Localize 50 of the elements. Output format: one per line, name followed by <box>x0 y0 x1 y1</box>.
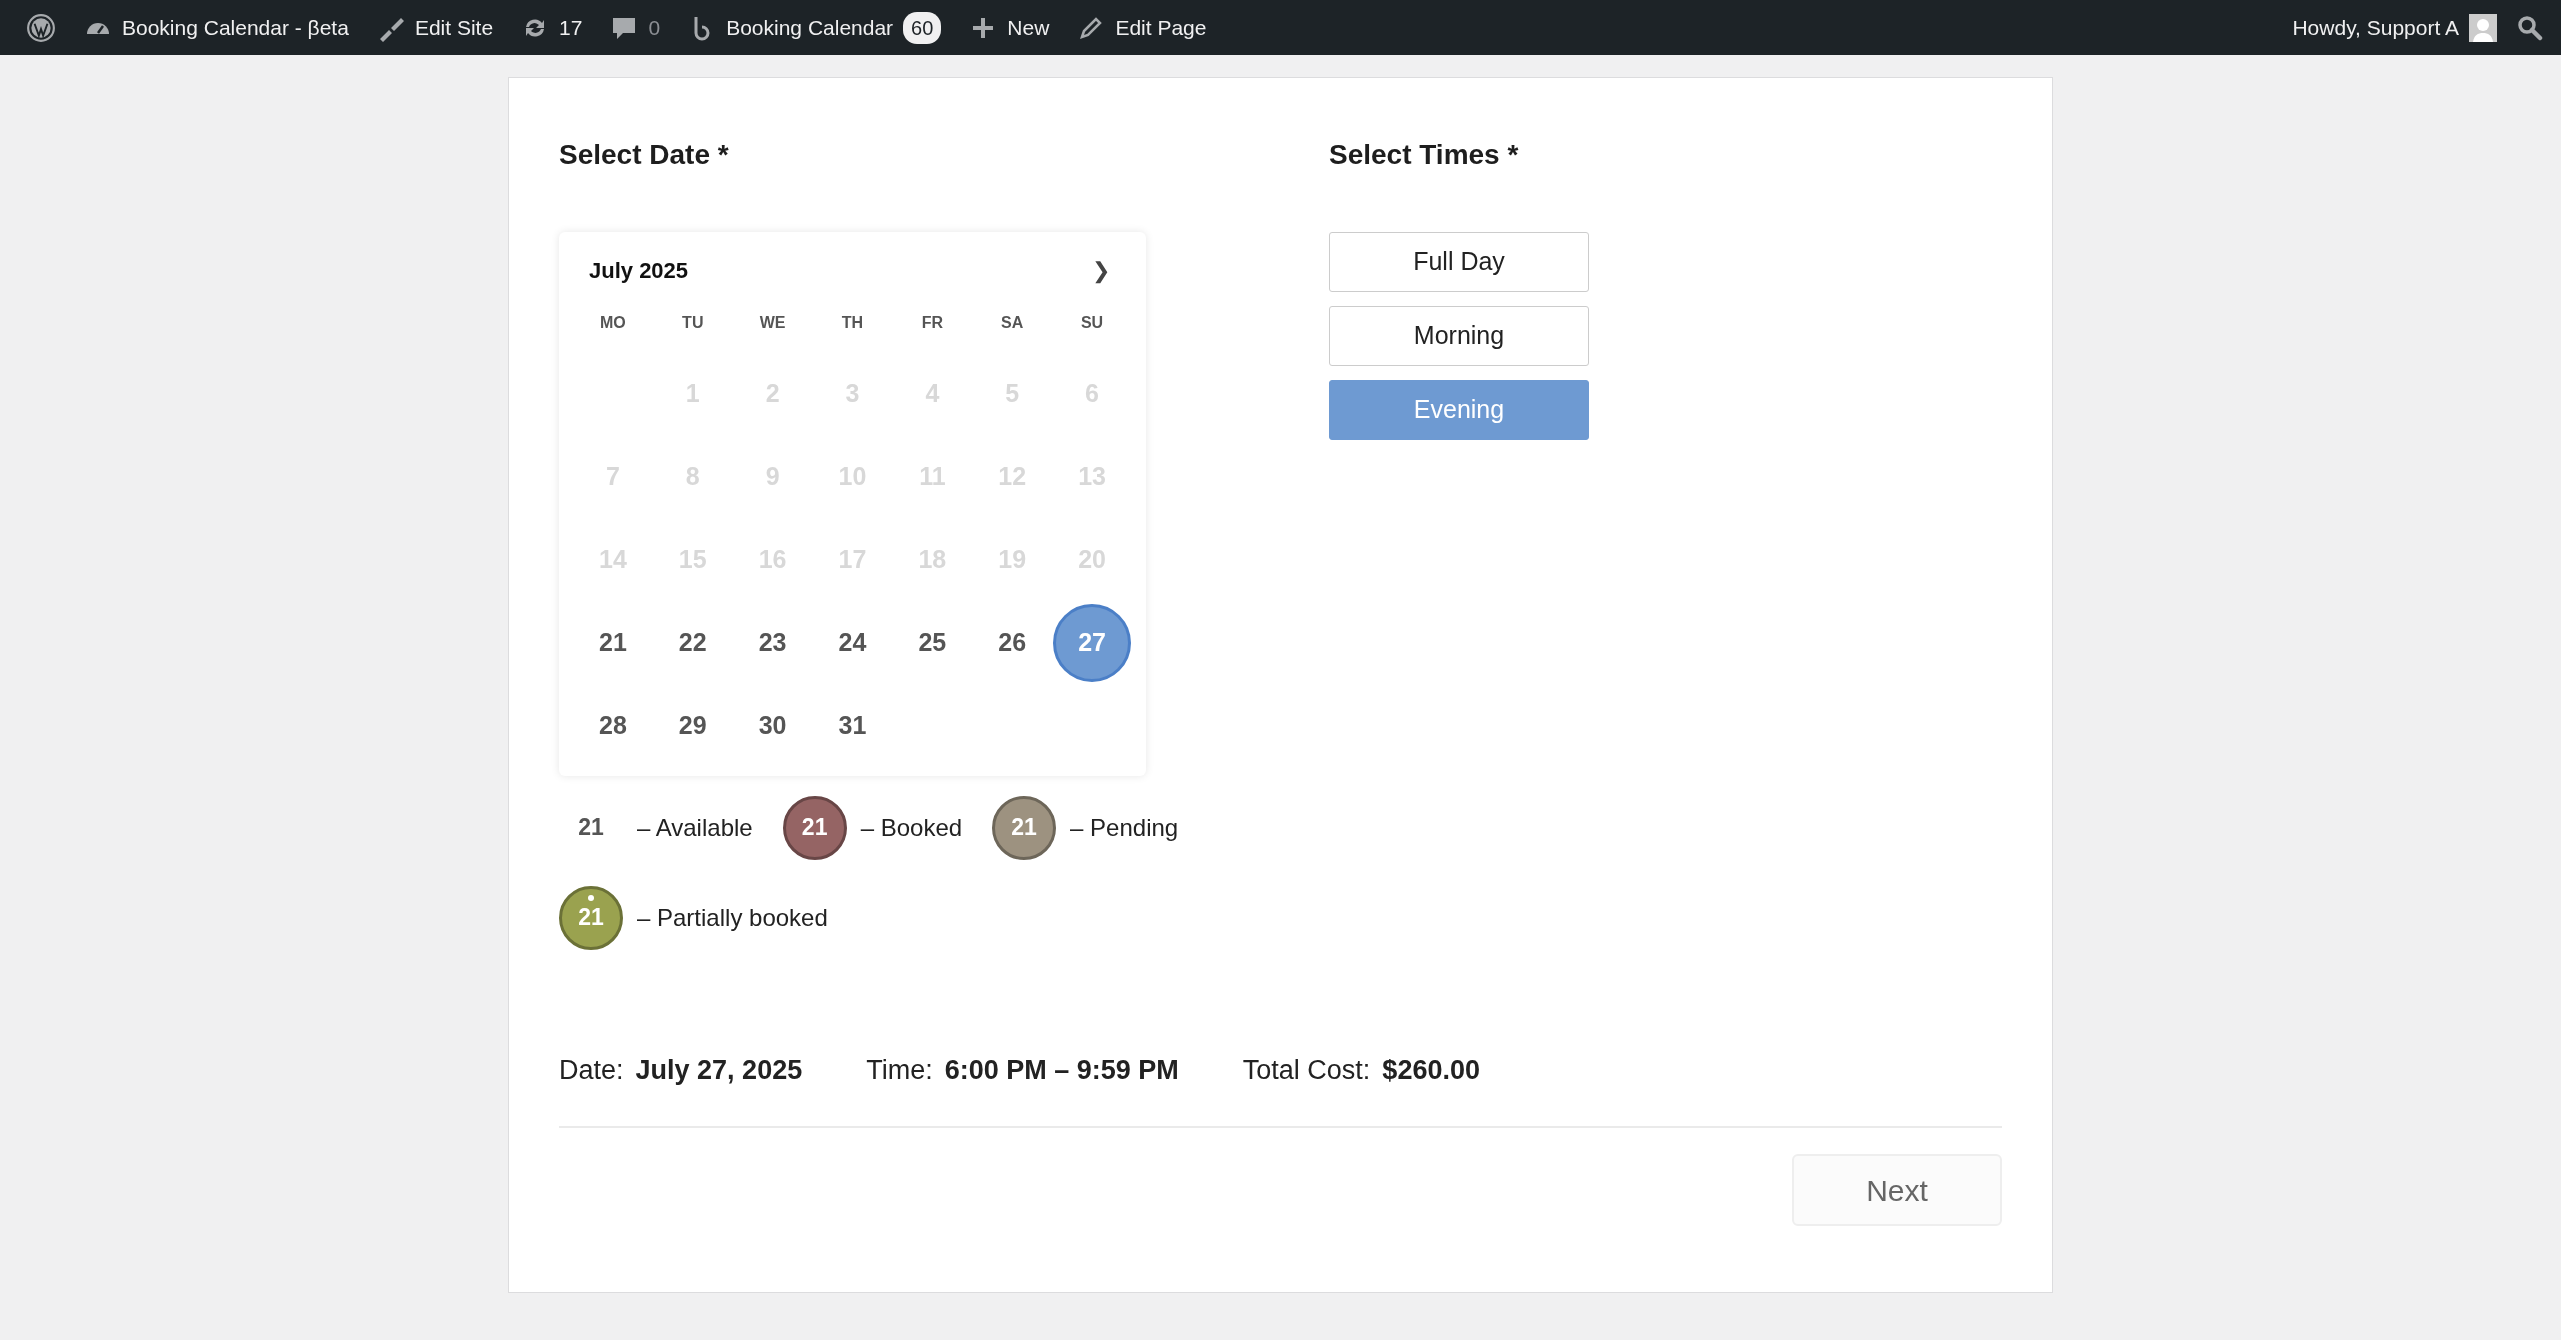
legend-label: – Booked <box>860 812 963 843</box>
weekday-label: SU <box>1079 312 1105 333</box>
summary-value: 6:00 PM – 9:59 PM <box>944 1054 1179 1085</box>
calendar-day[interactable]: 24 <box>813 604 892 683</box>
legend-day-marker: 21 <box>992 795 1057 860</box>
next-month-button[interactable]: ❯ <box>1086 253 1116 287</box>
search-icon[interactable] <box>2517 14 2543 41</box>
avatar-icon <box>2469 13 2497 42</box>
calendar-day[interactable]: 23 <box>733 604 812 683</box>
weekday-label: TU <box>681 312 705 333</box>
legend-day-marker: 21 <box>559 885 623 950</box>
summary-value: July 27, 2025 <box>635 1054 803 1085</box>
wordpress-logo-icon[interactable] <box>26 12 56 43</box>
time-slot-button[interactable]: Full Day <box>1329 231 1589 292</box>
summary-value: $260.00 <box>1382 1054 1480 1085</box>
weekday-label: WE <box>758 312 787 333</box>
updates-link[interactable]: 17 <box>507 0 597 55</box>
next-button[interactable]: Next <box>1792 1154 2002 1227</box>
section-heading: Select Date * <box>559 138 730 172</box>
calendar-day[interactable]: 26 <box>973 604 1052 683</box>
new-link[interactable]: New <box>955 0 1064 55</box>
comments-link[interactable]: 0 <box>596 0 675 55</box>
section-heading: Select Times * <box>1329 138 1520 172</box>
weekday-label: SA <box>1000 312 1025 333</box>
site-name-link[interactable]: Booking Calendar - βeta <box>70 0 363 55</box>
calendar-day[interactable]: 25 <box>893 604 972 683</box>
weekday-label: MO <box>599 312 627 333</box>
calendar-day[interactable]: 28 <box>573 687 652 766</box>
calendar-day[interactable]: 22 <box>653 604 732 683</box>
time-slot-button[interactable]: Morning <box>1329 305 1589 366</box>
summary-label: Date: <box>559 1054 624 1085</box>
legend-label: – Partially booked <box>637 902 828 933</box>
legend-day: 21 <box>559 795 623 860</box>
summary-label: Total Cost: <box>1242 1054 1371 1085</box>
legend-label: – Available <box>637 812 753 843</box>
calendar-day[interactable]: 29 <box>653 687 732 766</box>
edit-page-link[interactable]: Edit Page <box>1063 0 1221 55</box>
booking-calendar-link[interactable]: Booking Calendar 60 <box>674 0 956 55</box>
legend-label: – Pending <box>1070 812 1179 843</box>
weekday-label: TH <box>840 312 865 333</box>
calendar-day[interactable]: 21 <box>573 604 652 683</box>
legend-day-marker: 21 <box>782 795 847 860</box>
calendar-day[interactable]: 30 <box>733 687 812 766</box>
weekday-label: FR <box>920 312 944 333</box>
calendar-day[interactable]: 31 <box>813 687 892 766</box>
count-badge: 60 <box>903 11 942 44</box>
month-title: July 2025 <box>589 256 689 285</box>
summary-label: Time: <box>866 1054 933 1085</box>
edit-site-link[interactable]: Edit Site <box>362 0 508 55</box>
account-link[interactable]: Howdy, Support A <box>2278 0 2511 55</box>
